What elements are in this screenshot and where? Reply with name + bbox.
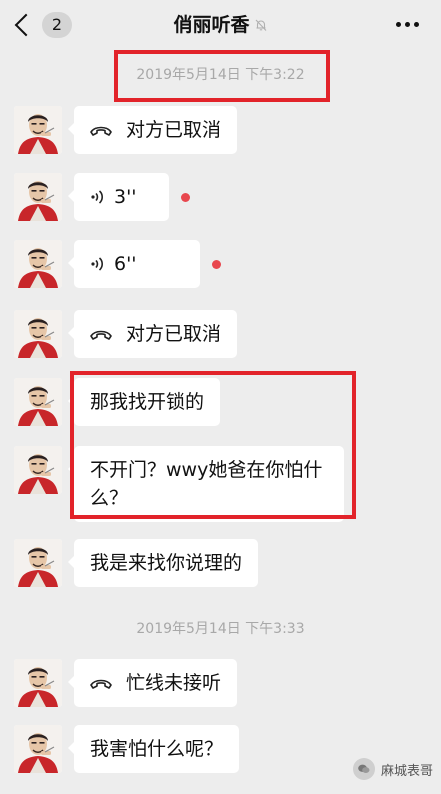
call-bubble[interactable]: 对方已取消 bbox=[67, 106, 238, 154]
message-text: 忙线未接听 bbox=[126, 672, 222, 694]
message-text: 对方已取消 bbox=[126, 119, 222, 141]
message-text: 对方已取消 bbox=[126, 323, 222, 345]
text-bubble[interactable]: 我害怕什么呢？ bbox=[67, 725, 240, 773]
text-bubble[interactable]: 我是来找你说理的 bbox=[67, 539, 259, 587]
more-dot bbox=[405, 22, 410, 27]
more-dot bbox=[414, 22, 419, 27]
unread-dot bbox=[181, 193, 190, 202]
message-row: 我是来找你说理的 bbox=[14, 539, 259, 587]
avatar[interactable] bbox=[14, 310, 62, 358]
avatar[interactable] bbox=[14, 446, 62, 494]
more-options-button[interactable] bbox=[396, 22, 419, 27]
phone-hangup-icon bbox=[90, 126, 112, 136]
message-row: 3'' bbox=[14, 173, 190, 221]
chat-title-wrap: 俏丽听香 bbox=[0, 10, 441, 37]
message-row: 我害怕什么呢？ bbox=[14, 725, 240, 773]
message-text: 我害怕什么呢？ bbox=[90, 738, 224, 760]
phone-hangup-icon bbox=[90, 330, 112, 340]
voice-duration: 3'' bbox=[114, 186, 137, 208]
voice-wave-icon bbox=[91, 257, 104, 271]
bell-off-icon bbox=[254, 15, 268, 31]
avatar[interactable] bbox=[14, 173, 62, 221]
message-row: 对方已取消 bbox=[14, 106, 238, 154]
call-bubble[interactable]: 对方已取消 bbox=[67, 310, 238, 358]
timestamp: 2019年5月14日 下午3:33 bbox=[136, 621, 305, 637]
chat-title: 俏丽听香 bbox=[173, 14, 250, 36]
message-row: 忙线未接听 bbox=[14, 659, 238, 707]
phone-hangup-icon bbox=[90, 679, 112, 689]
voice-duration: 6'' bbox=[114, 253, 137, 275]
message-row: 那我找开锁的 bbox=[14, 378, 221, 426]
more-dot bbox=[396, 22, 401, 27]
voice-bubble[interactable]: 6'' bbox=[68, 240, 200, 288]
avatar[interactable] bbox=[14, 725, 62, 773]
avatar[interactable] bbox=[14, 106, 62, 154]
message-text: 我是来找你说理的 bbox=[90, 552, 243, 574]
text-bubble[interactable]: 不开门？wwy她爸在你怕什 么？ bbox=[68, 446, 344, 522]
voice-wave-icon bbox=[91, 190, 104, 204]
message-row: 6'' bbox=[14, 240, 221, 288]
call-bubble[interactable]: 忙线未接听 bbox=[67, 659, 238, 707]
message-row: 对方已取消 bbox=[14, 310, 238, 358]
avatar[interactable] bbox=[14, 659, 62, 707]
watermark-text: 麻城表哥 bbox=[380, 763, 433, 779]
message-text: 那我找开锁的 bbox=[90, 391, 205, 413]
avatar[interactable] bbox=[14, 378, 62, 426]
text-bubble[interactable]: 那我找开锁的 bbox=[67, 378, 221, 426]
timestamp: 2019年5月14日 下午3:22 bbox=[136, 67, 305, 83]
message-row: 不开门？wwy她爸在你怕什 么？ bbox=[14, 446, 344, 522]
unread-dot bbox=[212, 260, 221, 269]
wechat-channel-icon bbox=[352, 758, 375, 780]
chat-header: 2 俏丽听香 bbox=[0, 0, 441, 52]
avatar[interactable] bbox=[14, 539, 62, 587]
avatar[interactable] bbox=[14, 240, 62, 288]
voice-bubble[interactable]: 3'' bbox=[68, 173, 169, 221]
watermark: 麻城表哥 bbox=[352, 758, 433, 780]
message-text-line: 么？ bbox=[90, 487, 129, 509]
message-text-line: 不开门？wwy她爸在你怕什 bbox=[90, 459, 323, 481]
